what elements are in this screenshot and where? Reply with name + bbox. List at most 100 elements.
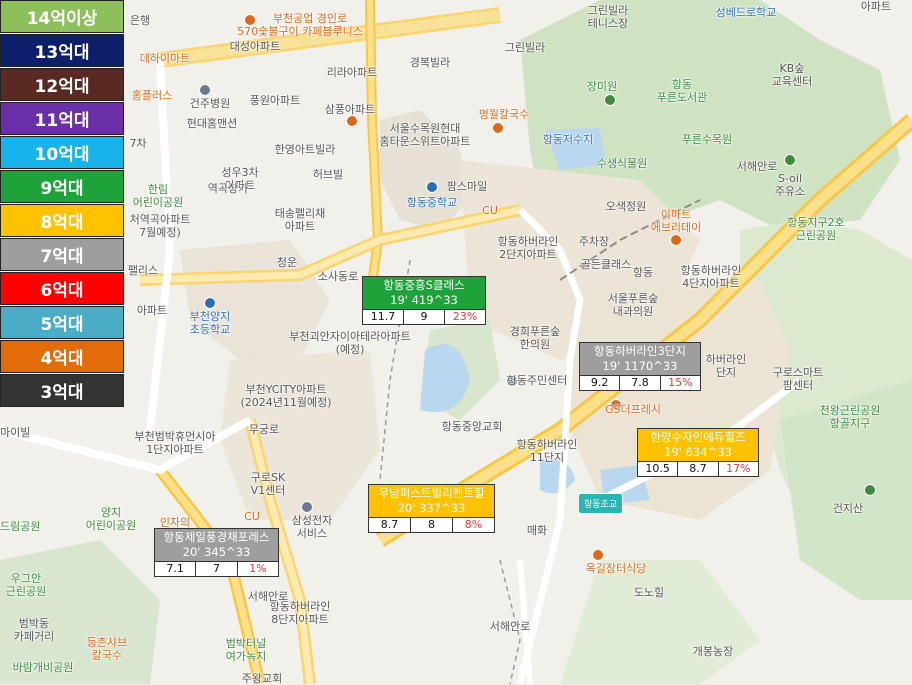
map-label: 매화	[526, 524, 548, 537]
poi-marker[interactable]	[604, 94, 616, 106]
map-label: 삼풍아파트	[324, 103, 376, 116]
map-label: 범박동 카페거리	[13, 617, 55, 643]
map-label: 항동	[632, 266, 654, 279]
legend-item: 14억이상	[0, 0, 124, 33]
map-label: GS더프레시	[605, 403, 661, 416]
map-label: 주차장	[578, 235, 610, 248]
map-label: 리라아파트	[326, 66, 378, 79]
map-label: 도노힐	[633, 586, 665, 599]
card-header: 한양수자인에듀힐즈 19' 634^33	[637, 428, 759, 462]
poi-marker[interactable]	[864, 484, 876, 496]
apartment-card[interactable]: 항동중흥S클래스 19' 419^33 11.7 9 23%	[362, 276, 486, 325]
map-label: 부천괴안자이아테라아파트 (예정)	[289, 330, 411, 356]
map-label: 하버라인 단지	[705, 353, 747, 379]
map-label: 범박터널 여가녹지	[225, 637, 267, 663]
map-label: 항동하버라인 8단지아파트	[269, 600, 331, 626]
card-values: 7.1 7 1%	[154, 562, 279, 577]
map-label: 경희푸른숲 한의원	[509, 325, 561, 351]
map-label: 풍원아파트	[249, 94, 301, 107]
map-label: 처역곡아파트 7월예정)	[129, 213, 191, 239]
map-label: 수생식물원	[596, 157, 648, 170]
map-label: 개봉농장	[692, 645, 734, 658]
map-label: 아파트	[136, 304, 168, 317]
map-label: 570숯불구이 카페블루니스	[237, 25, 363, 38]
card-values: 9.2 7.8 15%	[579, 376, 701, 391]
card-header: 항동하버라인3단지 19' 1170^33	[579, 342, 701, 376]
map-label: 항동중학교	[406, 196, 458, 209]
map-label: 한영아트빌라	[274, 143, 336, 156]
apartment-card[interactable]: 항동하버라인3단지 19' 1170^33 9.2 7.8 15%	[579, 342, 701, 391]
map-label: 드림공원	[0, 520, 41, 533]
map-label: 장미원	[586, 80, 618, 93]
map-label: 성베드로학교	[715, 6, 777, 19]
map-label: 홈플러스	[131, 89, 173, 102]
map-label: 건지산	[832, 502, 864, 515]
map-label: 무궁로	[248, 423, 280, 436]
map-label: 7차	[129, 137, 147, 150]
map-label: 그린빌라	[504, 41, 546, 54]
map-label: 경복빌라	[409, 56, 451, 69]
legend-item: 12억대	[0, 68, 124, 101]
apartment-card[interactable]: 우남퍼스트빌리젠트힐 20' 337^33 8.7 8 8%	[368, 484, 495, 533]
map-label: CU	[482, 204, 498, 217]
map-label: 양지 어린이공원	[85, 506, 137, 532]
legend-item: 4억대	[0, 340, 124, 373]
poi-marker[interactable]	[204, 297, 216, 309]
card-header: 우남퍼스트빌리젠트힐 20' 337^33	[368, 484, 495, 518]
poi-marker[interactable]	[426, 181, 438, 193]
poi-marker[interactable]	[670, 234, 682, 246]
card-values: 11.7 9 23%	[362, 310, 486, 325]
map-label: 구로SK V1센터	[250, 471, 286, 497]
legend-item: 7억대	[0, 238, 124, 271]
map-label: 항동하버라인 2단지아파트	[497, 235, 559, 261]
map-label: 소사동로	[317, 270, 359, 283]
map-canvas[interactable]	[0, 0, 912, 684]
map-label: 항동지구2호 근린공원	[787, 216, 845, 242]
card-header: 항동중흥S클래스 19' 419^33	[362, 276, 486, 310]
map-label: 서울수목원현대 홈타운스위트아파트	[379, 122, 471, 148]
map-label: 청운	[276, 256, 298, 269]
apartment-card[interactable]: 한양수자인에듀힐즈 19' 634^33 10.5 8.7 17%	[637, 428, 759, 477]
legend-item: 11억대	[0, 102, 124, 135]
map-label: 이마트 에브리데이	[650, 208, 702, 234]
map-label: S-oil 주유소	[774, 172, 806, 198]
poi-marker[interactable]	[199, 84, 211, 96]
map-label: 항동하버라인 4단지아파트	[680, 264, 742, 290]
map-label: 골든클래스	[580, 258, 632, 271]
legend-item: 13억대	[0, 34, 124, 67]
poi-marker[interactable]	[592, 549, 604, 561]
map-label: 대성아파트	[229, 40, 281, 53]
map-label: 서해안로	[489, 620, 531, 633]
map-label: 한림 어린이공원	[132, 183, 184, 209]
card-header: 항동제일풍경채포레스 20' 345^33	[154, 528, 279, 562]
legend-item: 8억대	[0, 204, 124, 237]
map-label: 항동하버라인 11단지	[516, 438, 578, 464]
map-label: 건주병원	[189, 97, 231, 110]
map-label: 그린빌라 테니스장	[587, 4, 629, 30]
map-label: 부천범박휴먼시아 1단지아파트	[134, 430, 216, 456]
map-label: 우그안 근린공원	[5, 572, 47, 598]
school-marker[interactable]: 항동초교	[578, 493, 624, 514]
apartment-card[interactable]: 항동제일풍경채포레스 20' 345^33 7.1 7 1%	[154, 528, 279, 577]
map-label: 항동주민센터	[506, 374, 568, 387]
poi-marker[interactable]	[301, 501, 313, 513]
map-label: 등촌샤브 칼국수	[86, 636, 128, 662]
map-label: 부천공업 경인로	[272, 12, 348, 25]
card-values: 8.7 8 8%	[368, 518, 495, 533]
map-label: 아파트	[860, 0, 892, 13]
map-label: 은행	[129, 14, 151, 27]
map-label: 서해안로	[736, 160, 778, 173]
poi-marker[interactable]	[492, 122, 504, 134]
map-label: 역곡상가	[207, 182, 249, 195]
map-label: 서해안로	[247, 590, 289, 603]
map-label: 바람개비공원	[12, 661, 74, 674]
poi-marker[interactable]	[784, 154, 796, 166]
card-values: 10.5 8.7 17%	[637, 462, 759, 477]
map-label: 삼성전자 서비스	[291, 514, 333, 540]
map-label: 항동중앙교회	[441, 420, 503, 433]
map-label: 옥길장터식당	[585, 562, 647, 575]
map-label: 구로스마트 팜센터	[772, 366, 824, 392]
poi-marker[interactable]	[346, 115, 358, 127]
map-label: 팰리스	[127, 264, 159, 277]
legend-item: 9억대	[0, 170, 124, 203]
